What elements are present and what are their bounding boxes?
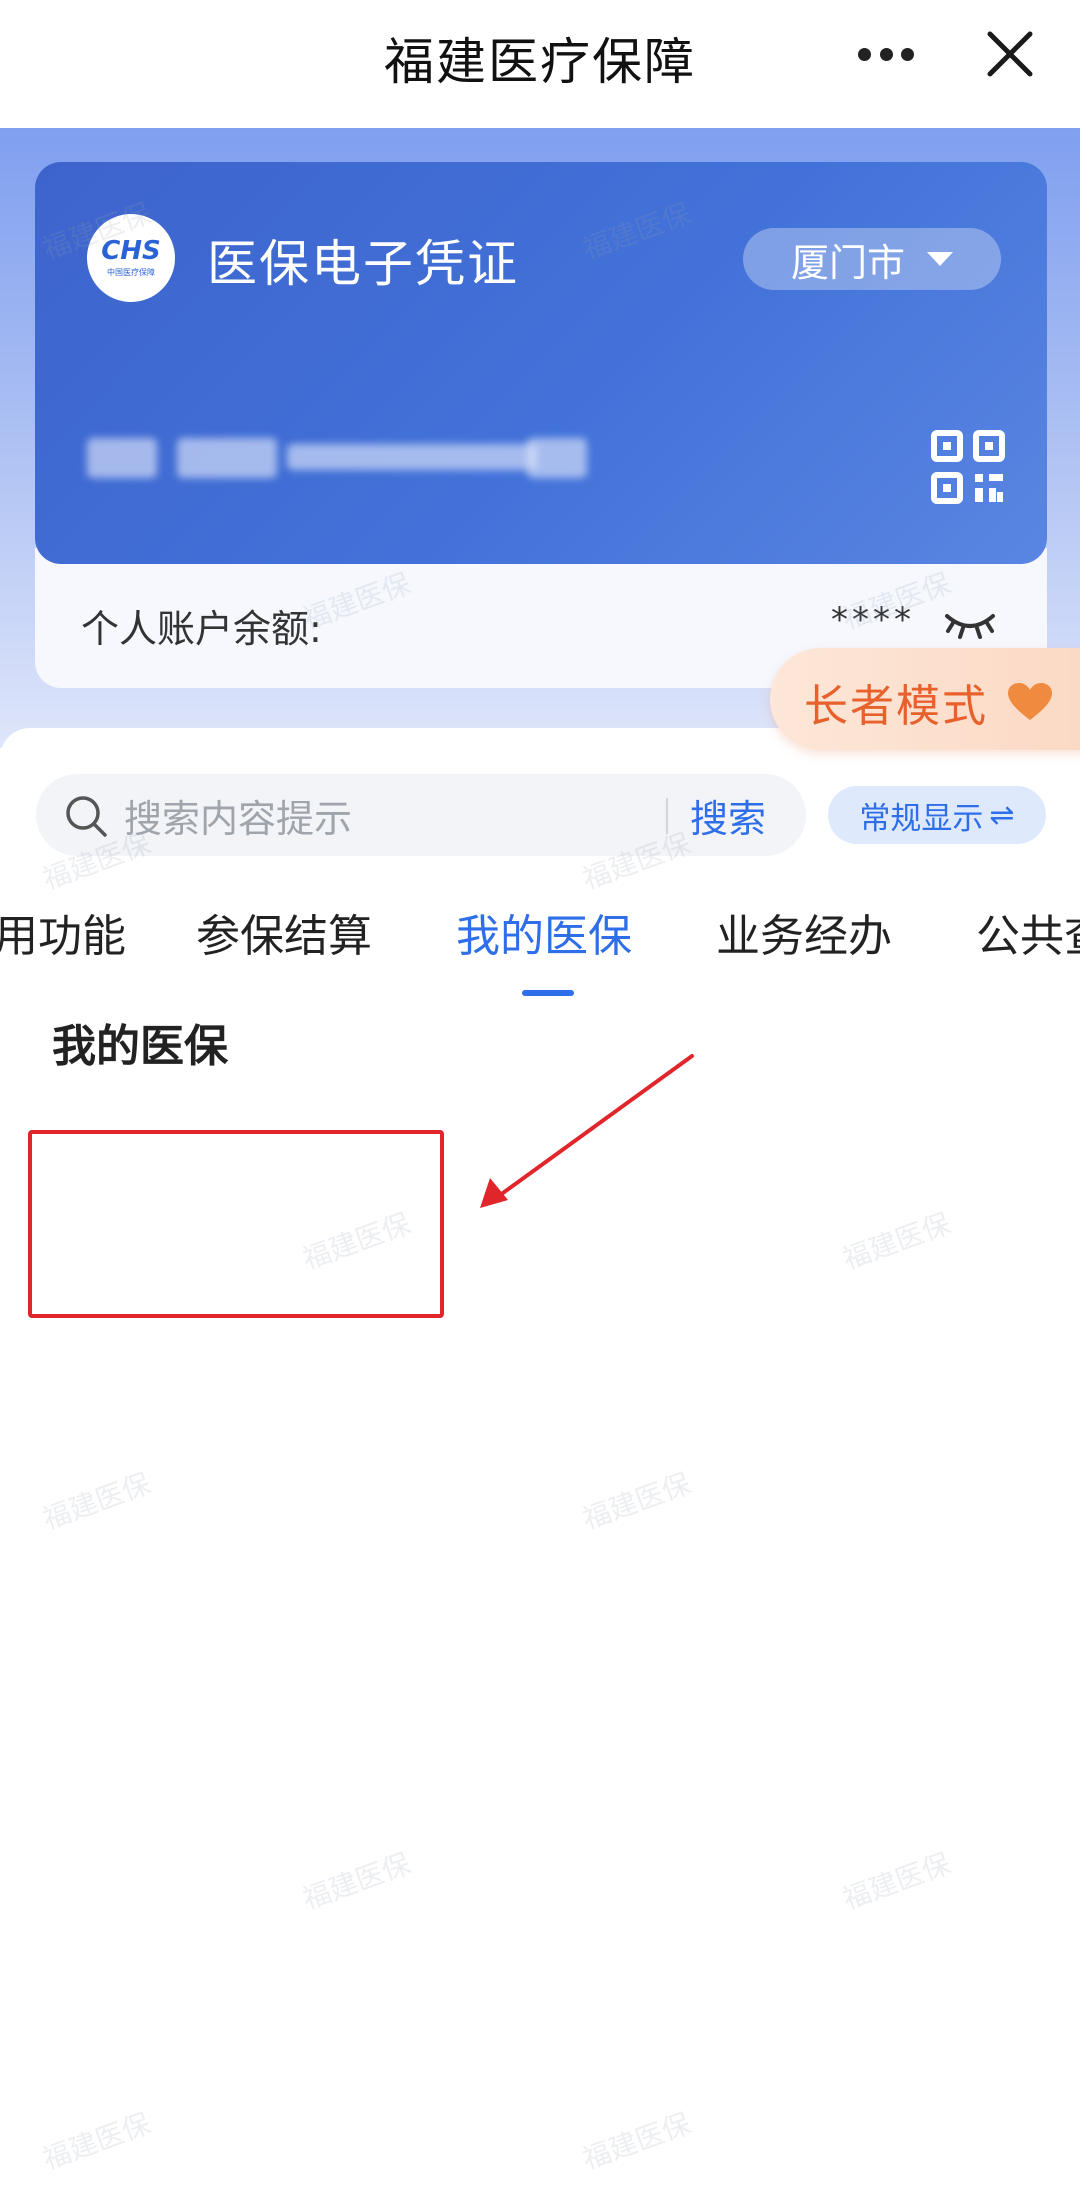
masked-card-number [87,438,587,478]
balance-value: **** [831,600,915,640]
city-label: 厦门市 [790,240,905,285]
highlight-box [28,1130,444,1318]
tab-public-query[interactable]: 公共查 [976,900,1080,964]
section-title: 我的医保 [52,1021,228,1072]
category-tabs: 用功能 参保结算 我的医保 业务经办 公共查 [0,900,1080,990]
elder-mode-label: 长者模式 [804,681,988,732]
display-mode-label: 常规显示 [859,800,984,837]
annotation-arrow [480,1054,694,1208]
switch-arrows-icon: ⇌ [989,797,1015,833]
close-icon[interactable] [982,26,1038,82]
chs-logo: CHS 中国医疗保障 [87,214,175,302]
city-selector[interactable]: 厦门市 [743,228,1001,290]
tab-business-handling[interactable]: 业务经办 [716,900,892,964]
content-sheet: 搜索内容提示 搜索 常规显示 ⇌ 用功能 参保结算 我的医保 业务经办 公共查 … [0,728,1080,2212]
search-button[interactable]: 搜索 [690,788,766,843]
caret-down-icon [927,252,953,266]
elder-mode-button[interactable]: 长者模式 [770,648,1080,750]
eye-closed-icon[interactable] [943,610,997,640]
page-title: 福建医疗保障 [384,33,696,91]
tab-insurance-settlement[interactable]: 参保结算 [196,900,372,964]
display-mode-toggle[interactable]: 常规显示 ⇌ [828,786,1046,844]
tab-my-insurance[interactable]: 我的医保 [456,900,632,964]
qr-code-icon[interactable] [931,430,1005,504]
active-tab-indicator [522,990,574,996]
top-nav-bar: 福建医疗保障 [0,0,1080,128]
heart-icon [1008,683,1052,720]
search-input[interactable]: 搜索内容提示 [124,788,352,843]
more-options-icon[interactable] [858,48,914,62]
insurance-card[interactable]: CHS 中国医疗保障 医保电子凭证 厦门市 [35,162,1047,564]
balance-label: 个人账户余额: [81,607,322,651]
card-title: 医保电子凭证 [207,235,519,293]
search-bar[interactable]: 搜索内容提示 搜索 [36,774,806,856]
tab-common-functions[interactable]: 用功能 [0,900,126,964]
search-icon [66,796,107,837]
search-divider [666,798,668,834]
